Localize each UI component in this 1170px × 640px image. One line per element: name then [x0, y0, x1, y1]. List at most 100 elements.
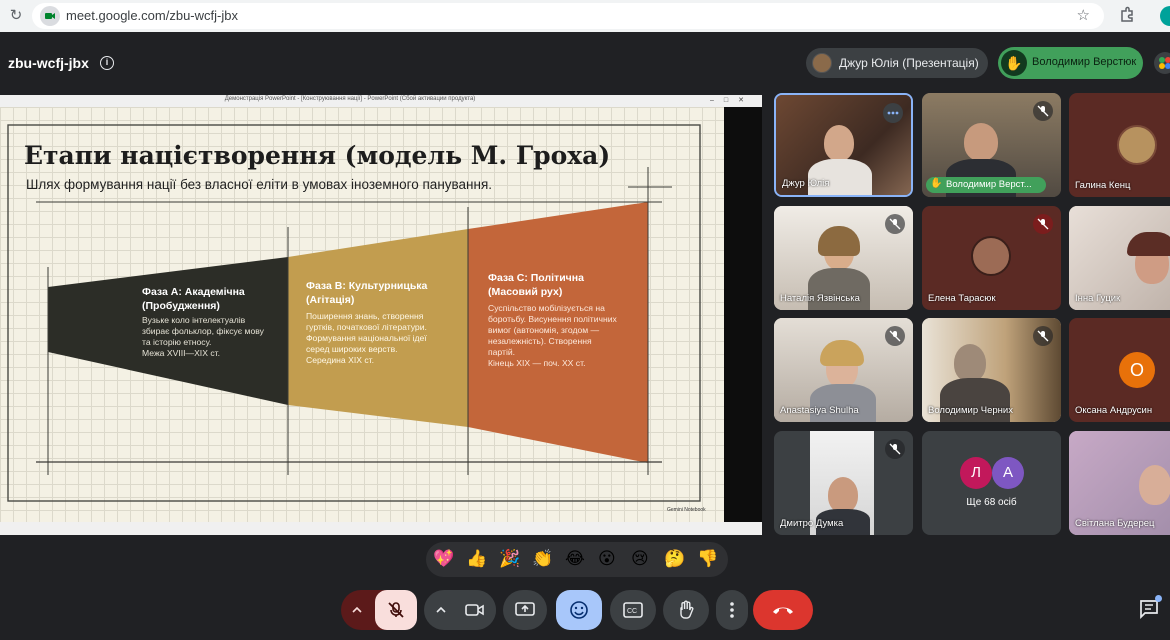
shared-screen[interactable]: Демонстрація PowerPoint - [Конструювання… [0, 95, 762, 535]
camera-icon [465, 604, 484, 616]
emoji-icon [570, 601, 588, 619]
phase-b-title-line2: (Агітація) [306, 294, 355, 306]
participant-tile[interactable]: Інна Гуцик [1069, 206, 1170, 310]
reaction-thinking[interactable]: 🤔 [664, 549, 685, 569]
phase-a-description: Вузьке коло інтелектуалів збирає фолькло… [142, 315, 264, 359]
reaction-thumbs-up[interactable]: 👍 [466, 549, 487, 569]
slide: Етапи націєтворення (модель М. Гроха) Шл… [0, 107, 724, 522]
participant-name: Інна Гуцик [1075, 293, 1121, 304]
phase-c-desc-line: партій. [488, 347, 516, 357]
reload-icon[interactable]: ↻ [6, 6, 26, 26]
participant-tile[interactable]: Наталія Язвінська [774, 206, 913, 310]
camera-toggle-button[interactable] [454, 590, 496, 630]
window-controls: –□✕ [710, 97, 754, 104]
phase-b-title-line1: Фаза В: Культурницька [306, 280, 428, 292]
slide-title: Етапи націєтворення (модель М. Гроха) [24, 141, 611, 170]
more-vert-icon [730, 602, 734, 618]
reaction-joy[interactable]: 😂 [565, 549, 585, 569]
phase-b-desc-line: Середина XIX ст. [306, 355, 374, 365]
participant-tile[interactable]: ✋ Володимир Верст... [922, 93, 1061, 197]
participant-name: Джур Юлія [782, 178, 830, 189]
phase-c-desc-line: Суспільство мобілізується на [488, 303, 605, 313]
reaction-party-popper[interactable]: 🎉 [499, 549, 520, 569]
phase-c-description: Суспільство мобілізується на боротьбу. В… [488, 303, 617, 369]
participant-tile[interactable]: Дмитро Думка [774, 431, 913, 535]
phase-b-desc-line: гуртків, початкової літератури. [306, 322, 427, 332]
participant-name: Наталія Язвінська [780, 293, 860, 304]
chat-icon[interactable] [1138, 595, 1162, 620]
end-call-icon [773, 607, 793, 614]
captions-button[interactable]: CC [610, 590, 656, 630]
profile-avatar[interactable] [1160, 6, 1170, 26]
participant-tile[interactable]: Володимир Черних [922, 318, 1061, 422]
more-options-button[interactable] [716, 590, 748, 630]
reaction-thumbs-down[interactable]: 👎 [697, 549, 718, 569]
unread-badge [1155, 595, 1162, 602]
phase-b-description: Поширення знань, створення гуртків, поча… [306, 311, 427, 366]
phase-b-desc-line: серед широких верств. [306, 344, 398, 354]
more-options-icon[interactable] [883, 103, 903, 123]
participant-name: Дмитро Думка [780, 518, 844, 529]
extensions-icon[interactable] [1118, 6, 1136, 24]
bookmark-star-icon[interactable]: ☆ [1077, 6, 1090, 24]
avatar [1117, 125, 1157, 165]
apps-icon[interactable] [1154, 52, 1170, 74]
address-bar[interactable]: meet.google.com/zbu-wcfj-jbx ☆ [32, 3, 1104, 29]
present-screen-icon [515, 602, 535, 616]
participant-name: Елена Тарасюк [928, 293, 996, 304]
notebook-watermark: Gemini Notebook [667, 507, 706, 513]
raised-hand-chip[interactable]: ✋ Володимир Верстюк [998, 47, 1143, 79]
raised-hand-icon: ✋ [930, 178, 943, 189]
participant-tile[interactable]: Світлана Будерец [1069, 431, 1170, 535]
window-title: Демонстрація PowerPoint - [Конструювання… [224, 96, 476, 102]
reaction-clapping[interactable]: 👏 [532, 549, 553, 569]
participant-name: Володимир Верст... [946, 179, 1032, 190]
mic-off-icon [885, 326, 905, 346]
camera-options-chevron-icon[interactable] [435, 604, 447, 616]
phase-c-title: Фаза С: Політична (Масовий рух) [488, 271, 584, 299]
avatar: О [1119, 352, 1155, 388]
reaction-sparkling-heart[interactable]: 💖 [433, 549, 454, 569]
mic-options-chevron-icon[interactable] [351, 604, 363, 619]
leave-call-button[interactable] [753, 590, 813, 630]
info-icon[interactable]: i [100, 56, 114, 70]
mic-off-icon [1033, 214, 1053, 234]
mic-off-icon [388, 602, 404, 618]
reaction-surprised[interactable]: 😮 [598, 549, 616, 569]
phase-a-title: Фаза А: Академічна (Пробудження) [142, 285, 245, 313]
mic-off-icon [885, 214, 905, 234]
phase-c-desc-line: незалежність). Створення [488, 336, 592, 346]
mic-toggle-button[interactable] [375, 590, 417, 630]
captions-icon: CC [623, 602, 643, 618]
phase-c-desc-line: боротьбу. Висунення політичних [488, 314, 617, 324]
svg-text:CC: CC [627, 608, 637, 615]
more-participants-tile[interactable]: Л А Ще 68 осіб [922, 431, 1061, 535]
reactions-bar: 💖 👍 🎉 👏 😂 😮 😢 🤔 👎 [426, 542, 728, 577]
participant-tile[interactable]: Елена Тарасюк [922, 206, 1061, 310]
present-screen-button[interactable] [503, 590, 547, 630]
participant-tile[interactable]: Галина Кенц [1069, 93, 1170, 197]
phase-b-desc-line: Формування національної ідеї [306, 333, 427, 343]
mic-off-icon [1033, 326, 1053, 346]
avatar [971, 236, 1011, 276]
mic-off-icon [885, 439, 905, 459]
browser-toolbar: ↻ meet.google.com/zbu-wcfj-jbx ☆ [0, 0, 1170, 32]
participant-tile[interactable]: Anastasiya Shulha [774, 318, 913, 422]
phase-c-title-line1: Фаза С: Політична [488, 272, 584, 284]
camera-control-group [424, 590, 496, 630]
meeting-code: zbu-wcfj-jbx [8, 55, 89, 71]
participant-tile[interactable]: Джур Юлія [774, 93, 913, 197]
phase-a-desc-line: Вузьке коло інтелектуалів [142, 315, 246, 325]
phase-c-desc-line: Кінець XIX — поч. XX ст. [488, 358, 586, 368]
phase-b-desc-line: Поширення знань, створення [306, 311, 424, 321]
presenter-label: Джур Юлія (Презентація) [839, 56, 979, 70]
reactions-button[interactable] [556, 590, 602, 630]
reaction-sad[interactable]: 😢 [631, 549, 649, 569]
participant-name: Оксана Андрусин [1075, 405, 1153, 416]
participant-tile[interactable]: О Оксана Андрусин [1069, 318, 1170, 422]
raise-hand-button[interactable] [663, 590, 709, 630]
phase-a-desc-line: та історію етносу. [142, 337, 212, 347]
site-info-icon[interactable] [40, 6, 60, 26]
phase-c-title-line2: (Масовий рух) [488, 286, 563, 298]
presenter-chip[interactable]: Джур Юлія (Презентація) [806, 48, 988, 78]
